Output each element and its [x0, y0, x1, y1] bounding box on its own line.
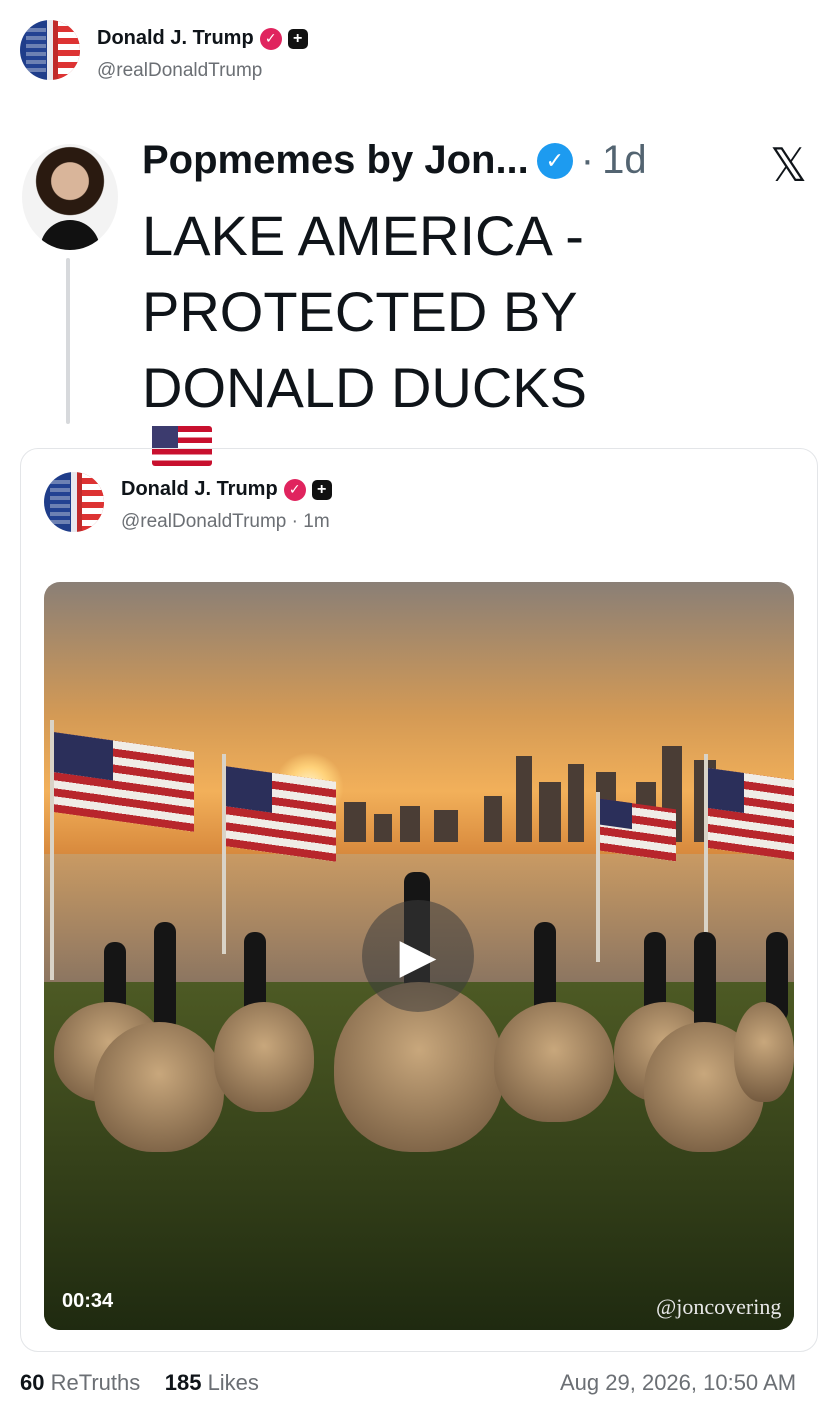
likes-count: 185 — [164, 1370, 202, 1395]
likes-link[interactable]: 185 Likes — [165, 1370, 259, 1395]
x-author-avatar — [22, 144, 118, 250]
x-text-line-1: LAKE AMERICA - — [142, 204, 584, 267]
us-flag-left — [54, 732, 194, 832]
goose — [494, 1002, 614, 1122]
goose-neck — [154, 922, 176, 1032]
post-timestamp[interactable]: Aug 29, 2026, 10:50 AM — [560, 1370, 796, 1396]
goose — [94, 1022, 224, 1152]
x-author-name: Popmemes by Jon... — [142, 138, 529, 182]
x-text-line-2: PROTECTED BY — [142, 280, 578, 343]
goose — [734, 1002, 794, 1102]
x-logo-icon: 𝕏 — [770, 139, 808, 191]
x-text-line-3-text: DONALD DUCKS — [142, 356, 587, 419]
verified-badge-icon: ✓ — [259, 27, 282, 50]
card-verified-badge-icon: ✓ — [283, 478, 306, 501]
thread-line — [66, 258, 70, 424]
us-flag — [226, 766, 336, 862]
author-avatar[interactable] — [20, 20, 80, 80]
goose-neck — [694, 932, 716, 1032]
card-author-name[interactable]: Donald J. Trump — [121, 478, 278, 501]
post-stats: 60 ReTruths 185 Likes — [20, 1370, 259, 1396]
x-author-row: Popmemes by Jon... ✓ · 1d — [142, 138, 647, 183]
us-flag — [600, 798, 676, 862]
author-name-row[interactable]: Donald J. Trump ✓ + — [97, 27, 308, 50]
likes-label: Likes — [207, 1370, 259, 1395]
video-player[interactable]: ▶ 00:34 @joncovering — [44, 582, 794, 1330]
video-duration: 00:34 — [62, 1290, 114, 1312]
x-separator: · — [580, 138, 595, 182]
retruths-label: ReTruths — [50, 1370, 141, 1395]
card-author-handle-time[interactable]: @realDonaldTrump · 1m — [121, 511, 330, 533]
x-post-age: 1d — [602, 138, 647, 182]
retruths-count: 60 — [20, 1370, 45, 1395]
plus-badge-icon: + — [287, 28, 308, 49]
card-author-avatar[interactable] — [44, 472, 104, 532]
author-handle[interactable]: @realDonaldTrump — [97, 60, 262, 82]
us-flag-right — [708, 767, 794, 861]
x-verified-icon: ✓ — [536, 142, 573, 179]
card-author-name-row[interactable]: Donald J. Trump ✓ + — [121, 478, 332, 501]
video-watermark: @joncovering — [656, 1294, 782, 1319]
x-post-text: LAKE AMERICA - PROTECTED BY DONALD DUCKS — [142, 198, 762, 466]
play-button-icon[interactable]: ▶ — [362, 900, 474, 1012]
retruths-link[interactable]: 60 ReTruths — [20, 1370, 140, 1395]
card-plus-badge-icon: + — [311, 479, 332, 500]
goose — [214, 1002, 314, 1112]
author-name[interactable]: Donald J. Trump — [97, 27, 254, 50]
